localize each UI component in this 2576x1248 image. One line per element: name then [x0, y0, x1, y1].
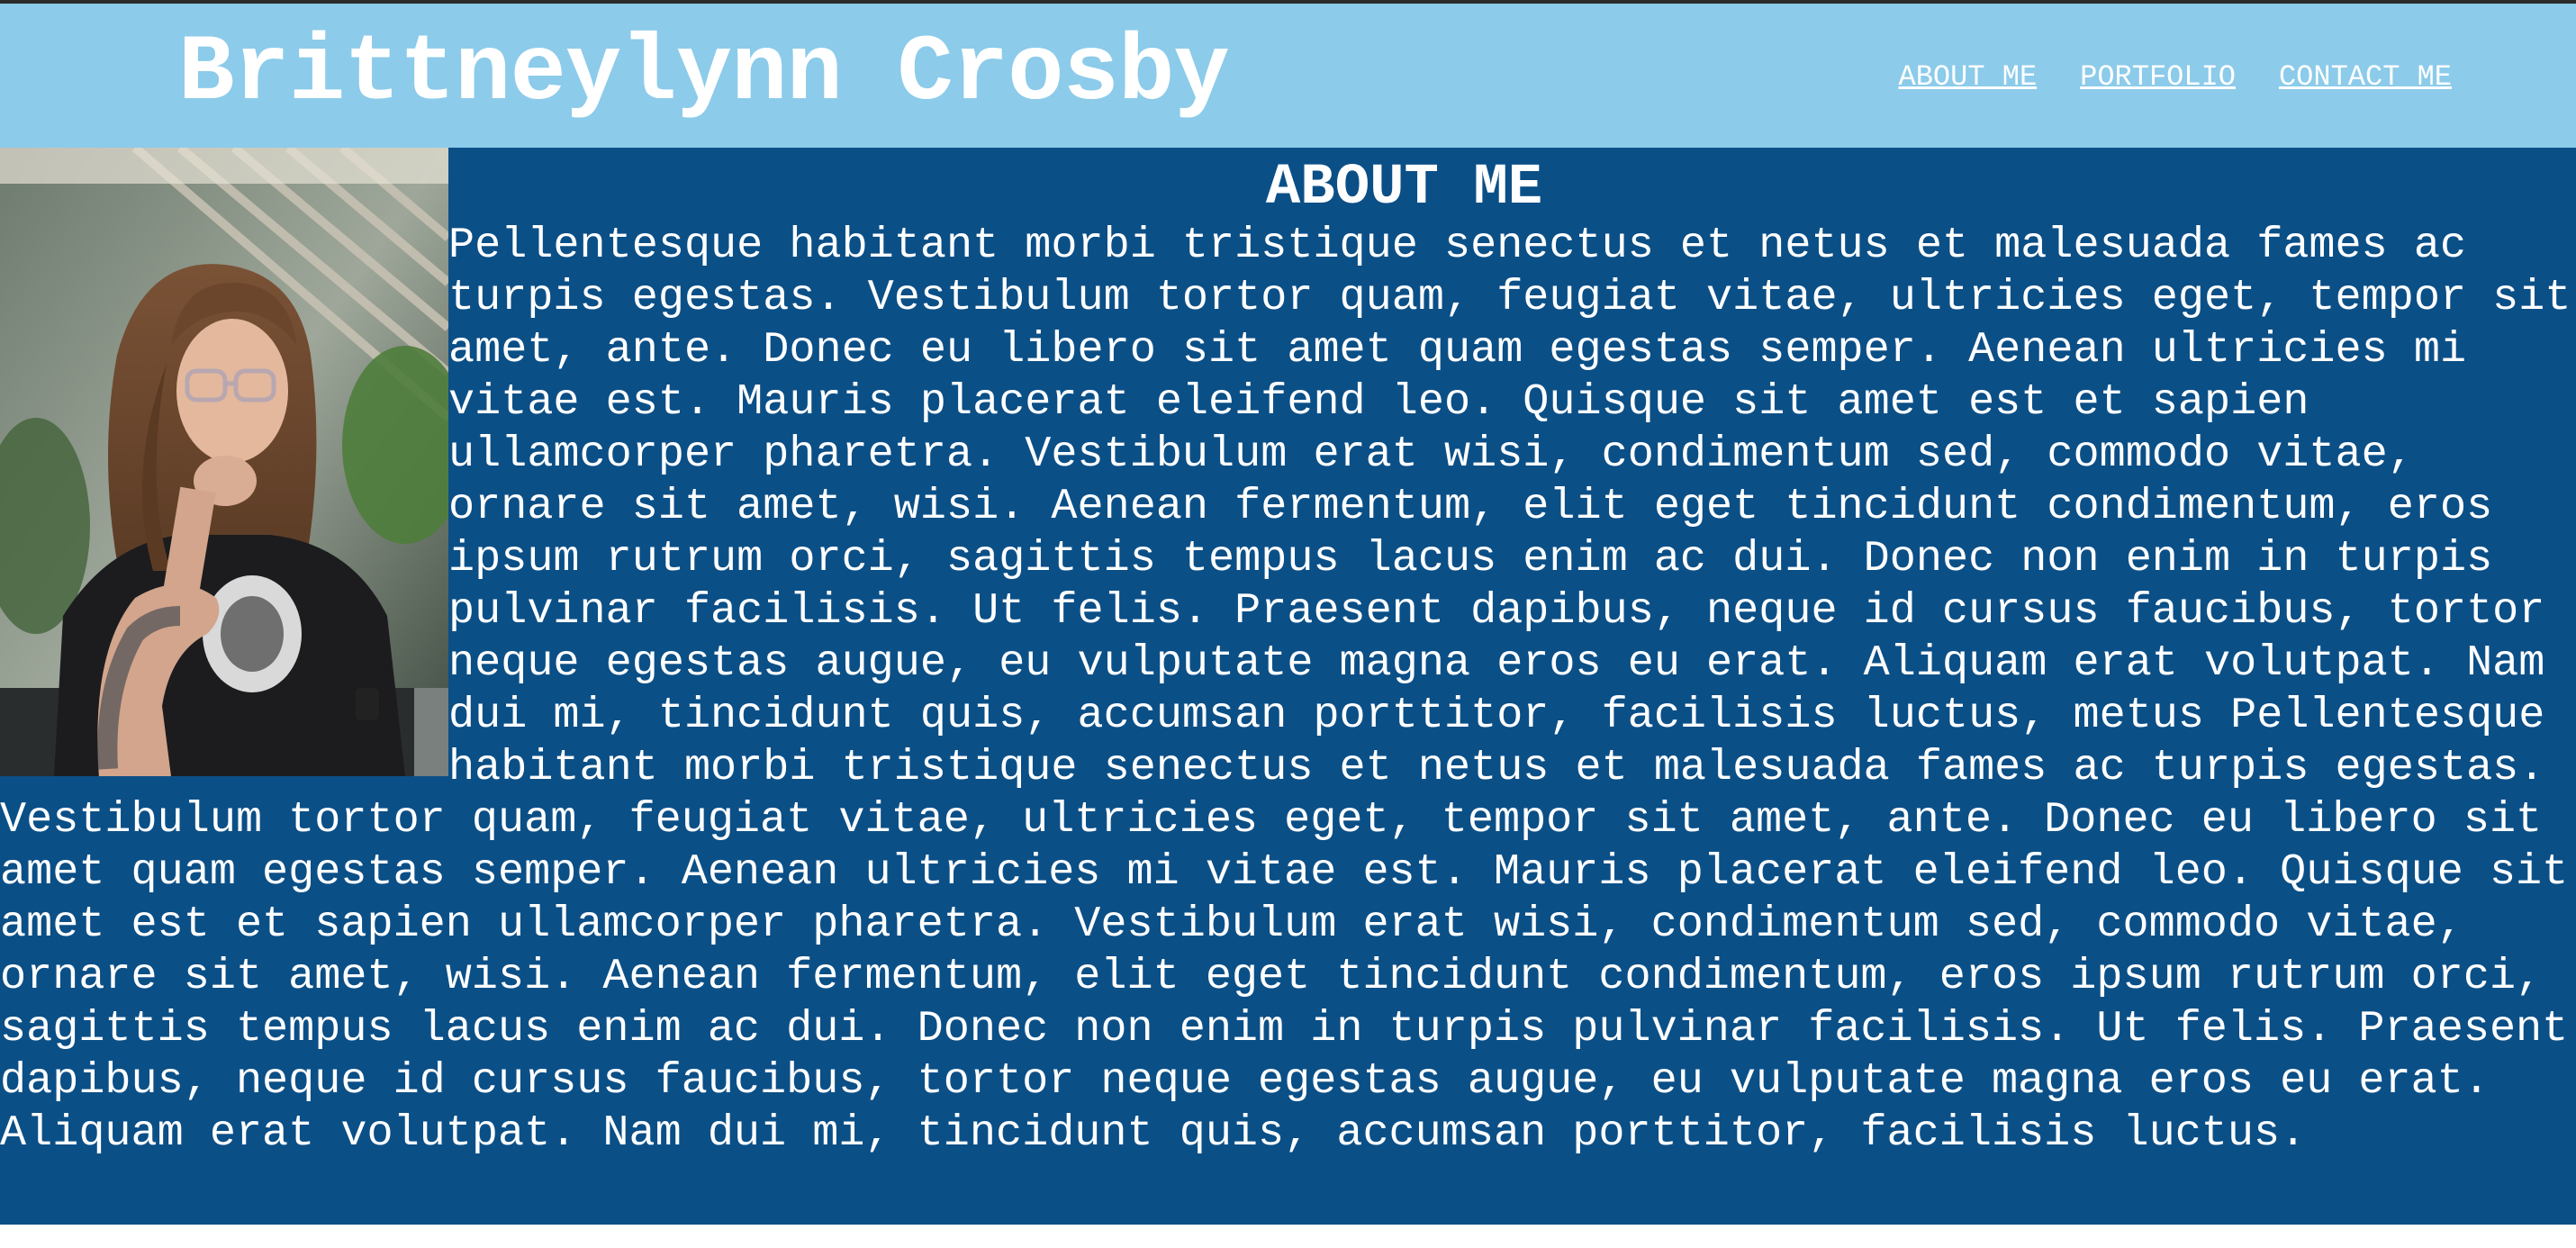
profile-photo — [0, 148, 448, 776]
nav-link-portfolio[interactable]: PORTFOLIO — [2080, 59, 2236, 95]
nav-link-contact-me[interactable]: CONTACT ME — [2279, 59, 2452, 95]
about-section: ABOUT ME Pellentesque habitant morbi tri… — [0, 148, 2576, 1225]
site-title: Brittneylynn Crosby — [178, 21, 1230, 127]
main-nav: ABOUT ME PORTFOLIO CONTACT ME — [1899, 59, 2452, 95]
site-header: Brittneylynn Crosby ABOUT ME PORTFOLIO C… — [0, 4, 2576, 148]
nav-link-about-me[interactable]: ABOUT ME — [1899, 59, 2038, 95]
